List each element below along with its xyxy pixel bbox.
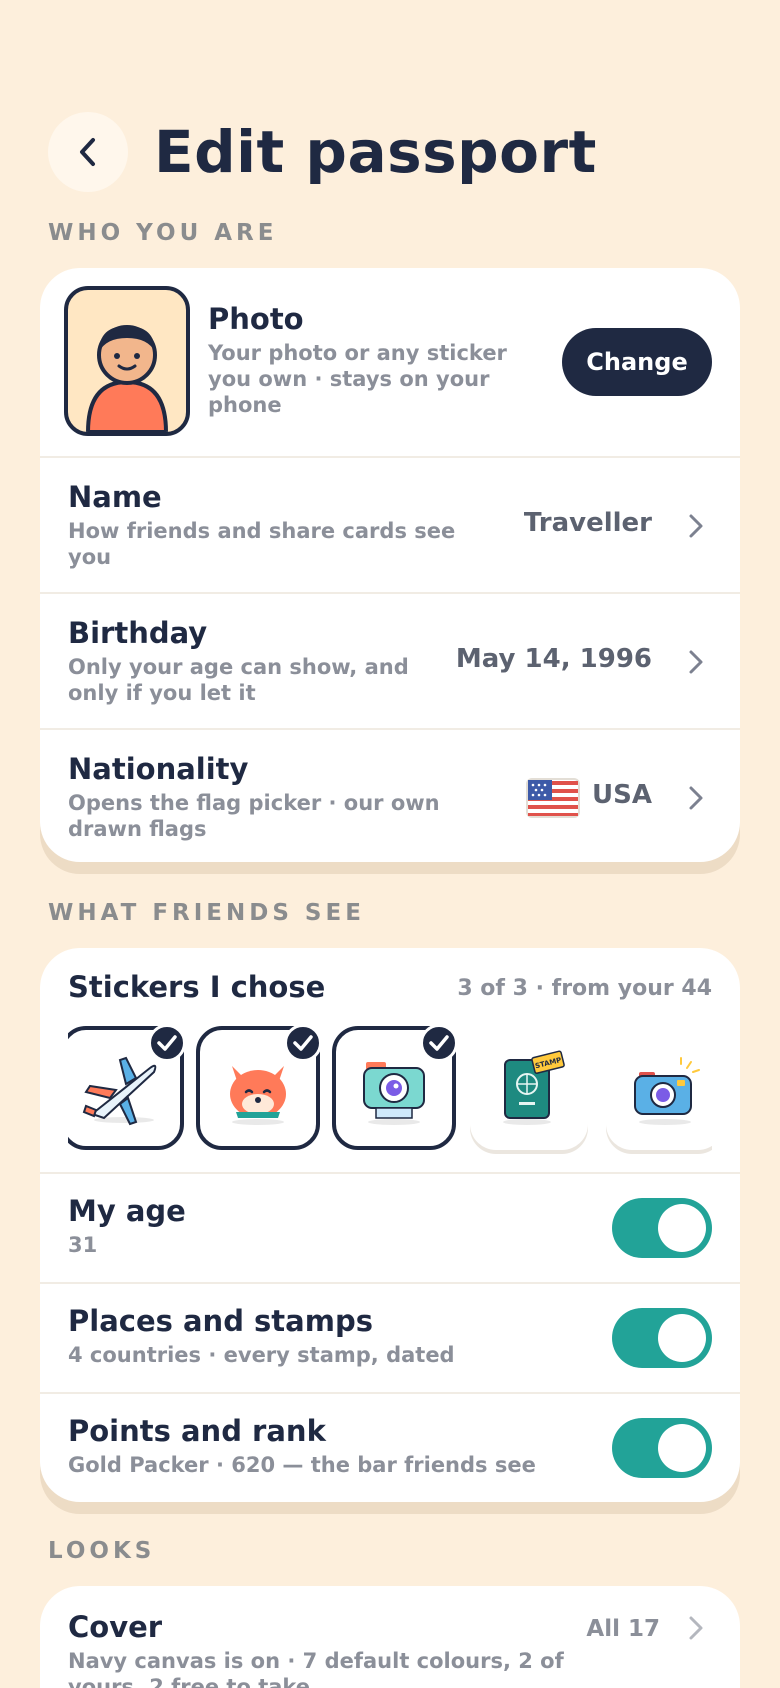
photo-title: Photo [208,302,304,336]
chevron-right-icon [689,514,703,538]
birthday-title: Birthday [68,616,208,650]
section-label-who: WHO YOU ARE [48,220,278,246]
photo-subtitle: Your photo or any sticker you own · stay… [208,341,507,417]
looks-card: Cover Navy canvas is on · 7 default colo… [40,1586,740,1688]
photo-row: Photo Your photo or any sticker you own … [40,268,740,458]
cover-text: Cover Navy canvas is on · 7 default colo… [68,1610,608,1688]
birthday-text: Birthday Only your age can show, and onl… [68,616,448,706]
nationality-text: Nationality Opens the flag picker · our … [68,752,488,842]
sticker-airplane[interactable] [68,1026,186,1150]
header: Edit passport [48,112,597,192]
toggle-knob [658,1314,706,1362]
name-row[interactable]: Name How friends and share cards see you… [40,458,740,594]
places-toggle-row: Places and stamps 4 countries · every st… [40,1284,740,1394]
sticker-passport[interactable]: STAMP [470,1026,588,1150]
places-text: Places and stamps 4 countries · every st… [68,1304,455,1368]
cover-row[interactable]: Cover Navy canvas is on · 7 default colo… [40,1586,740,1688]
chevron-left-icon [80,138,95,166]
us-flag-icon [526,778,580,818]
name-text: Name How friends and share cards see you [68,480,488,570]
sticker-camera[interactable] [332,1026,458,1150]
fox-icon [230,1066,286,1125]
airplane-icon [82,1056,157,1126]
page-title: Edit passport [154,118,597,186]
sticker-fox[interactable] [196,1026,322,1150]
birthday-row[interactable]: Birthday Only your age can show, and onl… [40,594,740,730]
camera-flash-icon [634,1057,700,1125]
identity-card: Photo Your photo or any sticker you own … [40,268,740,862]
person-avatar-icon [85,325,169,432]
nationality-row[interactable]: Nationality Opens the flag picker · our … [40,730,740,862]
nationality-value: USA [592,780,652,810]
check-icon [284,1026,322,1062]
toggle-knob [658,1204,706,1252]
points-subtitle: Gold Packer · 620 — the bar friends see [68,1453,536,1477]
age-text: My age 31 [68,1194,186,1258]
photo-text: Photo Your photo or any sticker you own … [208,302,538,418]
section-label-looks: LOOKS [48,1538,156,1564]
age-title: My age [68,1194,186,1228]
camera-icon [363,1062,425,1125]
cover-value: All 17 [586,1616,660,1642]
cover-title: Cover [68,1610,163,1644]
name-title: Name [68,480,162,514]
sticker-camera-flash[interactable] [606,1026,712,1150]
nationality-subtitle: Opens the flag picker · our own drawn fl… [68,791,440,841]
places-subtitle: 4 countries · every stamp, dated [68,1343,455,1367]
age-toggle-row: My age 31 [40,1174,740,1284]
places-title: Places and stamps [68,1304,373,1338]
check-icon [420,1026,458,1062]
toggle-knob [658,1424,706,1472]
cover-subtitle: Navy canvas is on · 7 default colours, 2… [68,1649,564,1688]
name-subtitle: How friends and share cards see you [68,519,456,569]
birthday-value: May 14, 1996 [455,644,652,674]
points-toggle-row: Points and rank Gold Packer · 620 — the … [40,1394,740,1502]
stickers-row: Stickers I chose 3 of 3 · from your 44 S… [40,948,740,1174]
change-photo-button[interactable]: Change [562,328,712,396]
age-subtitle: 31 [68,1233,98,1257]
avatar[interactable] [64,286,190,436]
stickers-count: 3 of 3 · from your 44 [457,976,712,1001]
chevron-right-icon [689,650,703,674]
points-toggle[interactable] [612,1418,712,1478]
back-button[interactable] [48,112,128,192]
stickers-title: Stickers I chose [68,970,326,1004]
sticker-strip[interactable]: STAMP [68,1026,712,1156]
birthday-subtitle: Only your age can show, and only if you … [68,655,409,705]
nationality-title: Nationality [68,752,249,786]
chevron-right-icon [689,1616,703,1640]
age-toggle[interactable] [612,1198,712,1258]
points-title: Points and rank [68,1414,326,1448]
visibility-card: Stickers I chose 3 of 3 · from your 44 S… [40,948,740,1502]
points-text: Points and rank Gold Packer · 620 — the … [68,1414,536,1478]
check-icon [148,1026,186,1062]
name-value: Traveller [523,508,652,538]
places-toggle[interactable] [612,1308,712,1368]
section-label-friends: WHAT FRIENDS SEE [48,900,365,926]
passport-stamp-icon: STAMP [503,1050,565,1125]
chevron-right-icon [689,786,703,810]
